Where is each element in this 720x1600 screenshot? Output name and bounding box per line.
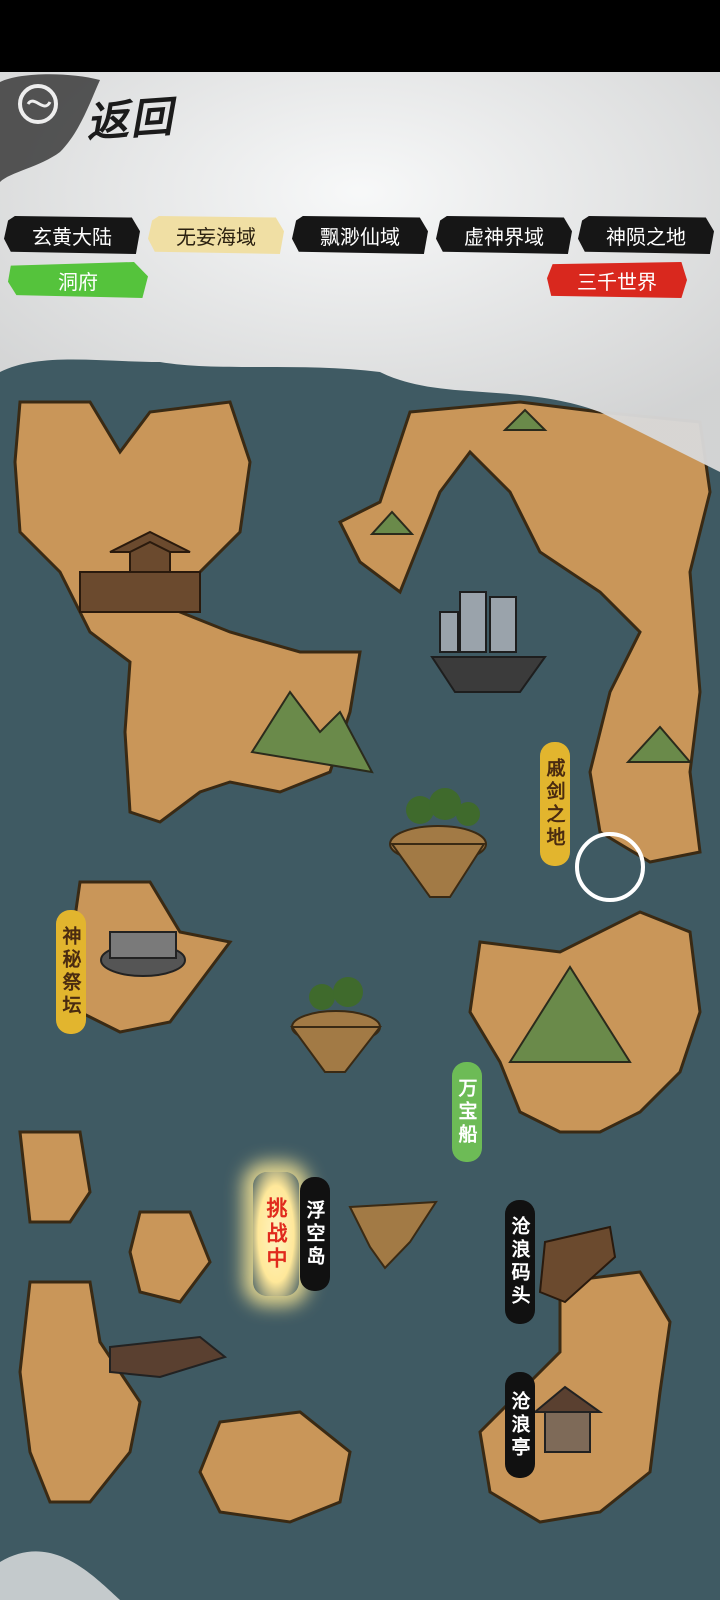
location-canglang-pavilion[interactable]: 沧浪亭 <box>505 1372 535 1478</box>
challenge-status-badge[interactable]: 挑战中 <box>253 1172 299 1296</box>
sea-map[interactable]: 戚剑之地 神秘祭坛 万宝船 挑战中 浮空岛 沧浪码头 沧浪亭 <box>0 72 720 1600</box>
tab-xuanhuang-continent[interactable]: 玄黄大陆 <box>4 216 140 254</box>
back-label[interactable]: 返回 <box>84 83 176 150</box>
three-thousand-worlds-button[interactable]: 三千世界 <box>547 262 687 298</box>
cave-button[interactable]: 洞府 <box>8 262 148 298</box>
location-mysterious-altar[interactable]: 神秘祭坛 <box>56 910 86 1034</box>
tab-shenyun-land[interactable]: 神陨之地 <box>578 216 714 254</box>
location-canglang-pier[interactable]: 沧浪码头 <box>505 1200 535 1324</box>
location-sword-land[interactable]: 戚剑之地 <box>540 742 570 866</box>
location-treasure-ship[interactable]: 万宝船 <box>452 1062 482 1162</box>
sword-marker-icon[interactable] <box>575 832 645 902</box>
tab-xushen-realm[interactable]: 虚神界域 <box>436 216 572 254</box>
status-bar <box>0 0 720 72</box>
tab-wuwang-sea[interactable]: 无妄海域 <box>148 216 284 254</box>
tab-piaomiao-realm[interactable]: 飘渺仙域 <box>292 216 428 254</box>
location-floating-island[interactable]: 浮空岛 <box>300 1177 330 1291</box>
